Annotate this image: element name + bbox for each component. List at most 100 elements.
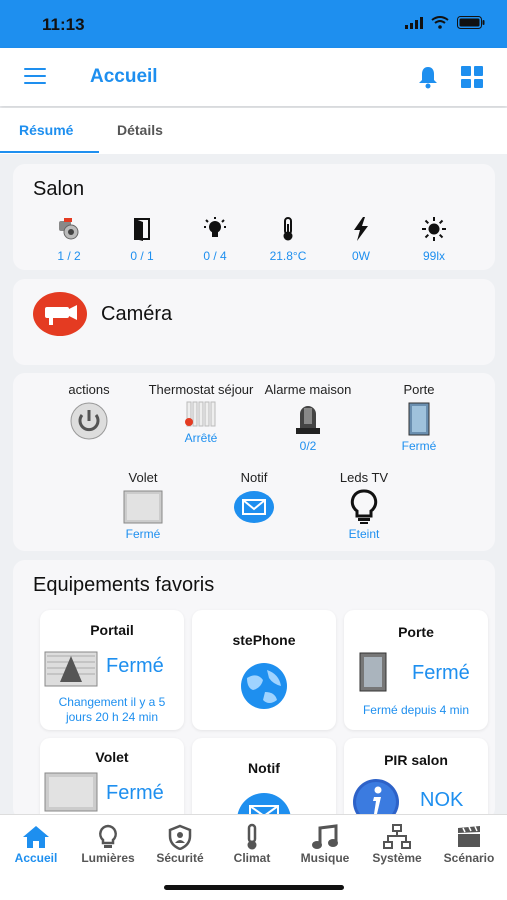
nav-label: Accueil (14, 851, 58, 865)
nav-item-systeme[interactable]: Système (361, 823, 433, 865)
favorites-title: Equipements favoris (33, 574, 215, 596)
stat-cameras: 1 / 2 (39, 216, 99, 263)
tab-bar: Résumé Détails (0, 108, 507, 154)
camera-icon (59, 218, 79, 240)
lightbulb-outline-icon (350, 489, 378, 524)
page-title: Accueil (90, 66, 158, 87)
favorite-tile-portail[interactable]: Portail Fermé Changement il y a 5 jours … (40, 610, 184, 730)
nav-item-accueil[interactable]: Accueil (0, 823, 72, 865)
tile-title: Porte (398, 624, 434, 640)
tab-resume[interactable]: Résumé (19, 122, 73, 138)
action-label: Leds TV (339, 470, 389, 485)
action-actions[interactable]: actions (34, 382, 144, 441)
shutter-icon (44, 772, 98, 812)
action-label: Thermostat séjour (148, 382, 254, 397)
envelope-icon (234, 491, 274, 523)
action-thermostat[interactable]: Thermostat séjour Arrêté (146, 382, 256, 445)
stat-value: 0 / 4 (203, 249, 227, 263)
camera-badge-icon (33, 292, 87, 336)
nav-label: Lumières (81, 851, 135, 865)
nav-item-climat[interactable]: Climat (216, 823, 288, 865)
nav-item-musique[interactable]: Musique (289, 823, 361, 865)
lightning-icon (354, 217, 368, 241)
actions-card: actions Thermostat séjour Arrêté Alarme … (13, 373, 495, 551)
tile-state: NOK (420, 789, 464, 811)
action-label: Alarme maison (264, 382, 352, 397)
home-indicator[interactable] (164, 885, 344, 890)
camera-card[interactable]: Caméra (13, 279, 495, 365)
shutter-icon (123, 490, 163, 524)
action-status: Eteint (348, 527, 380, 541)
stat-value: 1 / 2 (57, 249, 81, 263)
tile-state: Fermé (412, 662, 470, 684)
tile-state: Fermé (106, 782, 164, 804)
stat-value: 0 / 1 (130, 249, 154, 263)
active-tab-indicator (0, 151, 99, 153)
bulb-icon (204, 217, 226, 237)
shield-icon (168, 824, 192, 850)
action-status: 0/2 (299, 439, 317, 453)
signal-icon (405, 16, 423, 29)
nav-label: Musique (300, 851, 350, 865)
nav-item-securite[interactable]: Sécurité (144, 823, 216, 865)
bell-icon[interactable] (416, 65, 440, 89)
grid-view-icon[interactable] (461, 66, 483, 88)
nav-label: Scénario (443, 851, 495, 865)
tab-details[interactable]: Détails (117, 122, 163, 138)
nav-item-lumieres[interactable]: Lumières (72, 823, 144, 865)
camera-label: Caméra (101, 303, 173, 325)
tile-footnote: Fermé depuis 4 min (362, 703, 470, 717)
stat-value: 0W (352, 249, 370, 263)
action-status: Fermé (125, 527, 161, 541)
alarm-siren-icon (296, 406, 320, 434)
status-time: 11:13 (42, 15, 85, 34)
thermometer-icon (247, 823, 257, 850)
clapperboard-icon (458, 826, 480, 847)
action-volet[interactable]: Volet Fermé (88, 470, 198, 541)
globe-icon (241, 663, 287, 709)
thermometer-icon (283, 217, 293, 241)
stat-luminosity: 99lx (404, 216, 464, 263)
radiator-icon (185, 401, 216, 427)
tile-footnote: Changement il y a 5 jours 20 h 24 min (58, 695, 166, 724)
door-closed-icon (408, 402, 430, 436)
tile-title: PIR salon (384, 752, 448, 768)
lightbulb-icon (99, 824, 117, 848)
status-icons (405, 16, 485, 29)
tile-title: stePhone (232, 632, 296, 648)
favorites-card: Equipements favoris Portail Fermé Change… (13, 560, 495, 858)
salon-summary-card[interactable]: Salon 1 / 2 0 / 1 0 / 4 21.8°C 0W 99lx (13, 164, 495, 270)
door-closed-icon (359, 652, 387, 692)
action-label: actions (68, 382, 110, 397)
wifi-icon (431, 16, 449, 29)
stat-doors: 0 / 1 (112, 216, 172, 263)
door-icon (134, 218, 150, 241)
gate-icon (44, 651, 98, 687)
action-notif[interactable]: Notif (199, 470, 309, 525)
app-header: Accueil (0, 48, 507, 106)
stat-lights: 0 / 4 (185, 216, 245, 263)
menu-icon[interactable] (24, 68, 46, 84)
tile-title: Volet (95, 749, 129, 765)
room-name: Salon (33, 178, 85, 200)
action-alarme[interactable]: Alarme maison 0/2 (253, 382, 363, 453)
action-label: Porte (403, 382, 435, 397)
action-status: Fermé (401, 439, 437, 453)
favorite-tile-porte[interactable]: Porte Fermé Fermé depuis 4 min (344, 610, 488, 730)
home-icon (23, 826, 49, 848)
stat-value: 21.8°C (269, 249, 307, 263)
music-note-icon (312, 824, 338, 849)
action-porte[interactable]: Porte Fermé (364, 382, 474, 453)
action-leds-tv[interactable]: Leds TV Eteint (309, 470, 419, 541)
action-label: Notif (240, 470, 268, 485)
nav-item-scenario[interactable]: Scénario (433, 823, 505, 865)
stat-value: 99lx (422, 249, 445, 263)
nav-label: Sécurité (156, 851, 204, 865)
tile-title: Notif (248, 760, 280, 776)
network-icon (383, 824, 411, 849)
nav-label: Climat (233, 851, 271, 865)
power-icon (70, 402, 108, 440)
nav-label: Système (372, 851, 422, 865)
favorite-tile-stephone[interactable]: stePhone (192, 610, 336, 730)
tile-state: Fermé (106, 655, 164, 677)
